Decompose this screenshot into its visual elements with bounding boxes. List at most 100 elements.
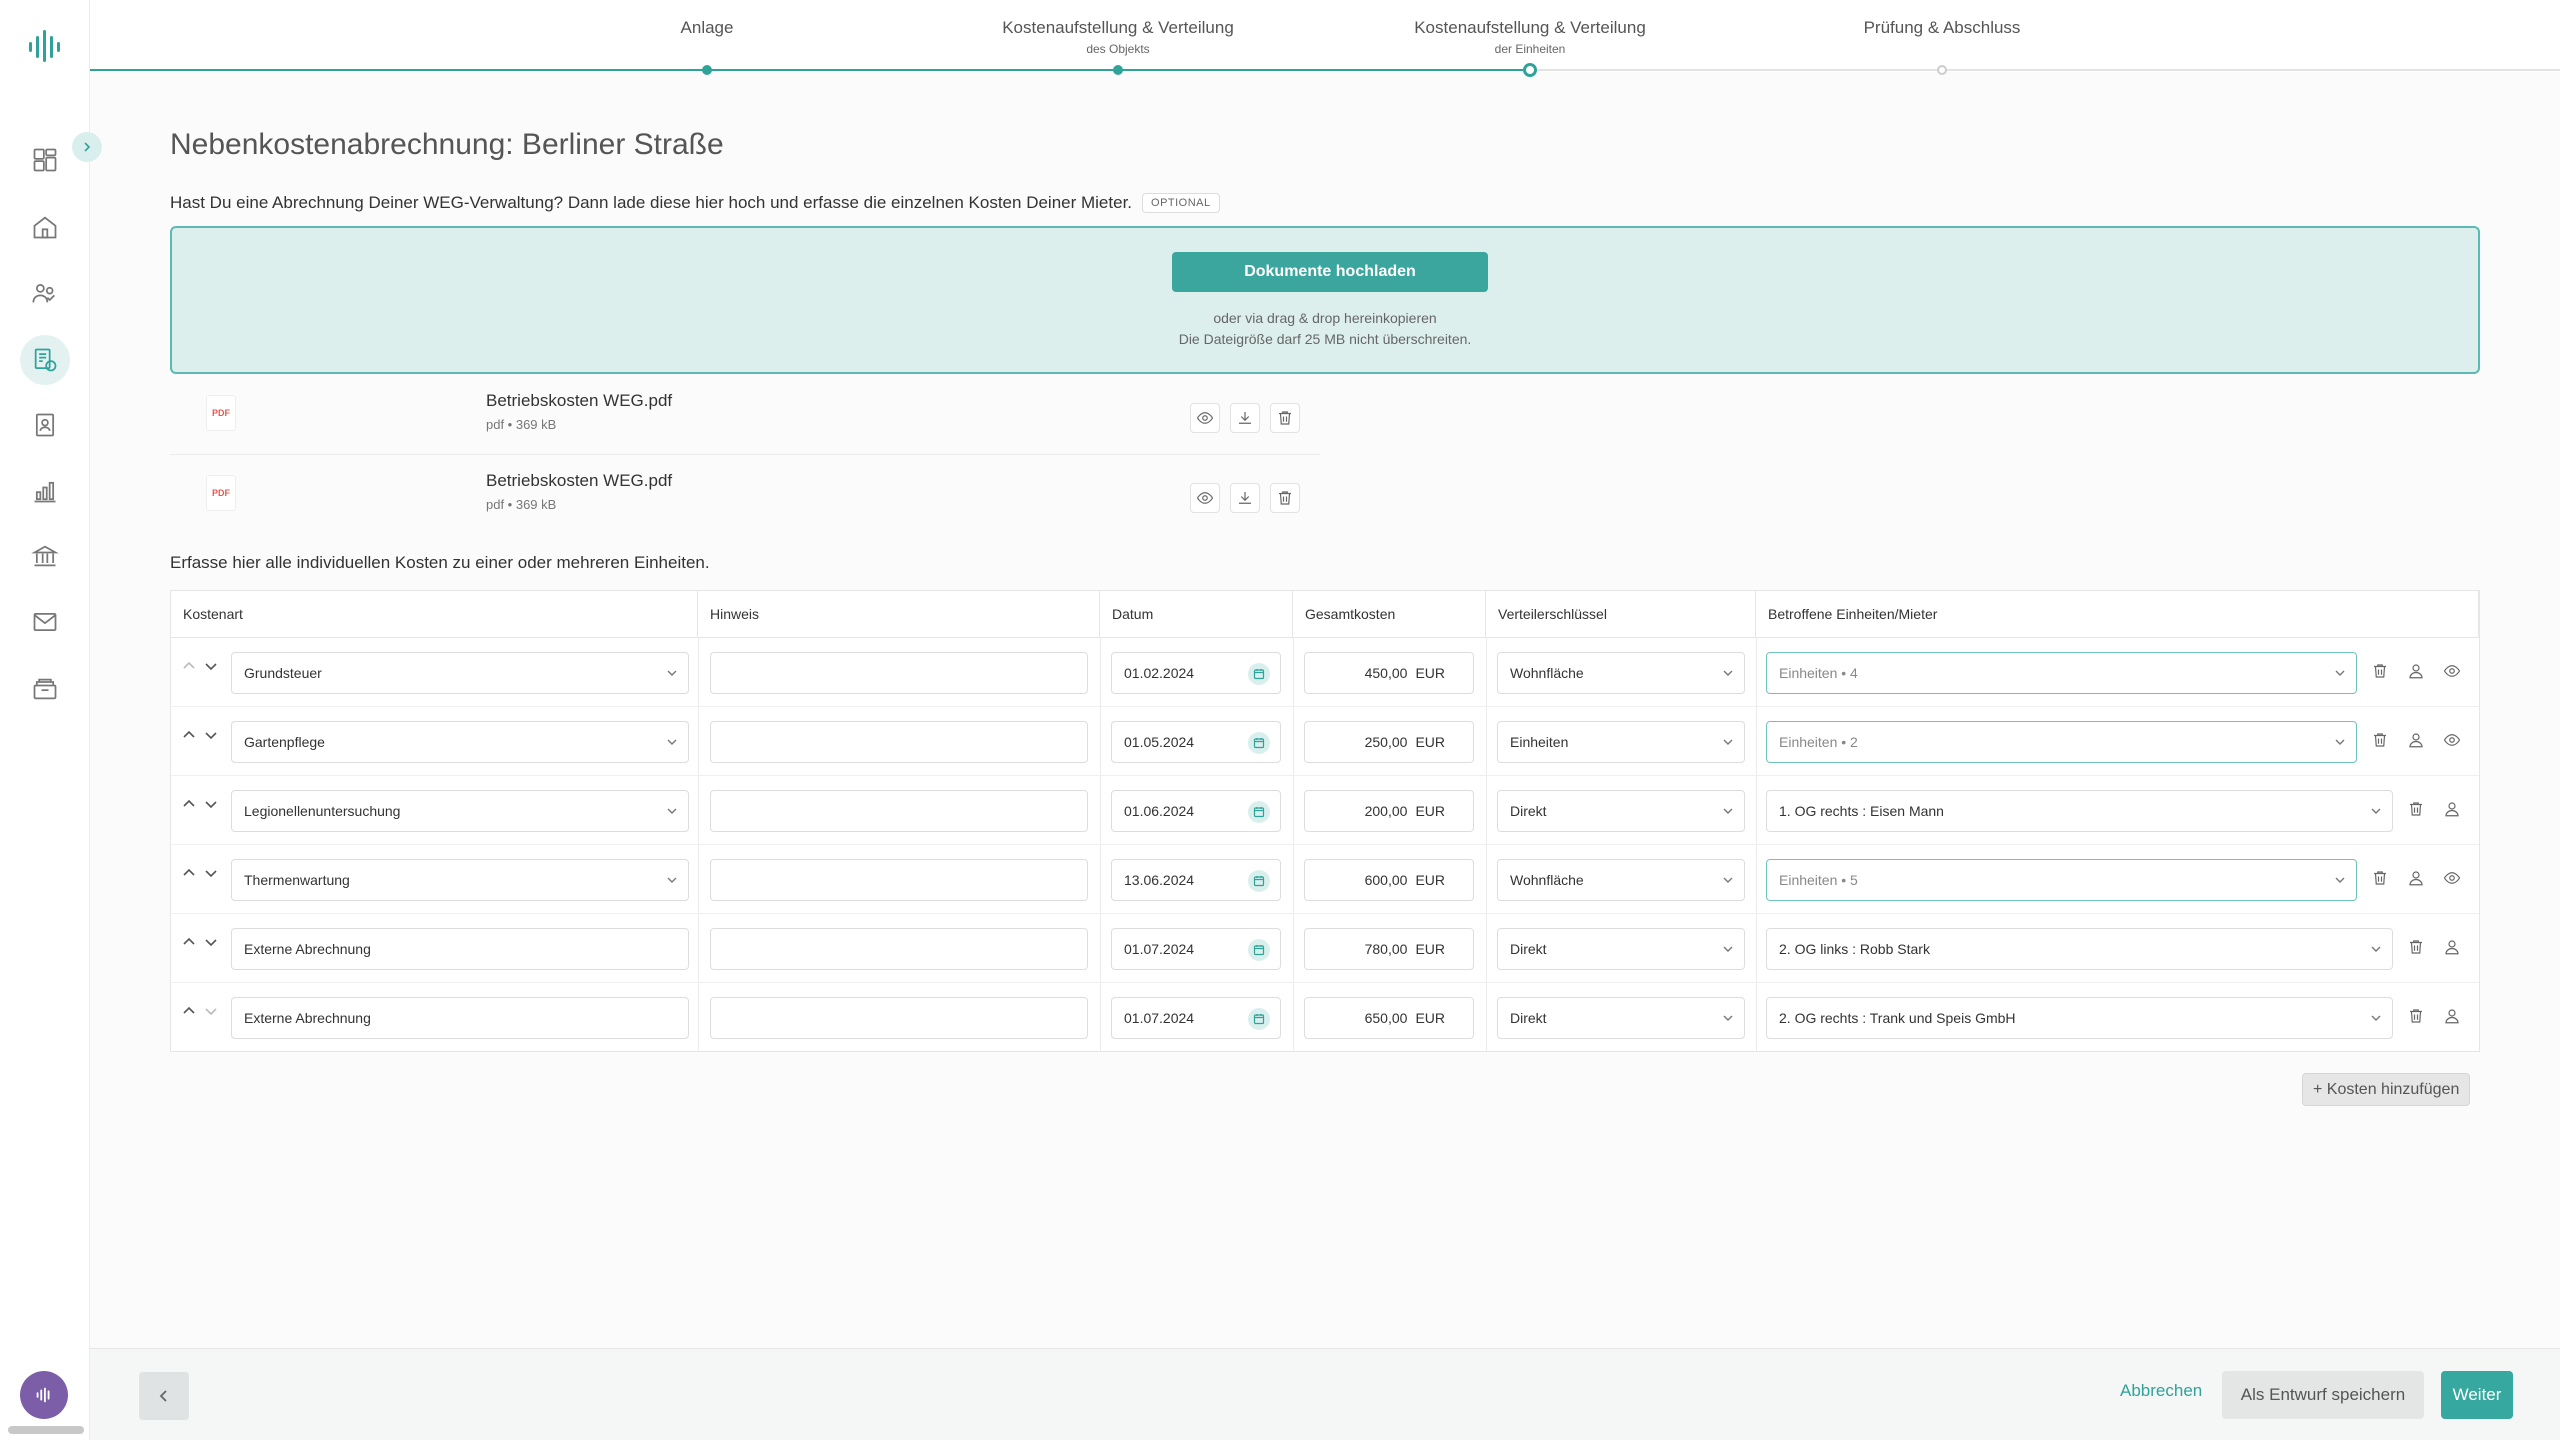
note-input[interactable] <box>710 790 1088 832</box>
cost-type-input[interactable]: Externe Abrechnung <box>231 928 689 970</box>
affected-units-select[interactable]: 2. OG rechts : Trank und Speis GmbH <box>1766 997 2393 1039</box>
amount-input[interactable]: 200,00 EUR <box>1304 790 1474 832</box>
delete-file-button[interactable] <box>1270 483 1300 513</box>
sidebar-item-bank[interactable] <box>20 531 70 581</box>
distribution-key-select[interactable]: Direkt <box>1497 790 1745 832</box>
upload-documents-button[interactable]: Dokumente hochladen <box>1172 252 1488 292</box>
amount-input[interactable]: 600,00 EUR <box>1304 859 1474 901</box>
add-cost-button[interactable]: + Kosten hinzufügen <box>2302 1073 2471 1106</box>
move-down-icon[interactable] <box>203 796 219 812</box>
next-button[interactable]: Weiter <box>2441 1371 2513 1419</box>
view-units-button[interactable] <box>2439 865 2465 891</box>
distribution-key-select[interactable]: Einheiten <box>1497 721 1745 763</box>
cost-type-select[interactable]: Grundsteuer <box>231 652 689 694</box>
view-file-button[interactable] <box>1190 483 1220 513</box>
date-input[interactable]: 13.06.2024 <box>1111 859 1281 901</box>
affected-units-select[interactable]: Einheiten • 5 <box>1766 859 2357 901</box>
view-units-button[interactable] <box>2439 727 2465 753</box>
affected-units-select[interactable]: Einheiten • 4 <box>1766 652 2357 694</box>
cost-type-input[interactable]: Externe Abrechnung <box>231 997 689 1039</box>
date-picker-button[interactable] <box>1248 1008 1270 1030</box>
move-down-icon[interactable] <box>203 727 219 743</box>
sidebar-item-archive[interactable] <box>20 664 70 714</box>
assign-tenant-button[interactable] <box>2403 865 2429 891</box>
assign-tenant-button[interactable] <box>2403 658 2429 684</box>
date-picker-button[interactable] <box>1248 732 1270 754</box>
sidebar-item-billing[interactable] <box>20 335 70 385</box>
sidebar-scrollbar[interactable] <box>8 1426 84 1434</box>
file-name: Betriebskosten WEG.pdf <box>486 391 673 410</box>
step-kosten-einheiten[interactable]: Kostenaufstellung & Verteilung der Einhe… <box>1414 18 1646 56</box>
move-up-icon[interactable] <box>181 796 197 812</box>
download-file-button[interactable] <box>1230 483 1260 513</box>
sidebar-item-tenants[interactable] <box>20 268 70 318</box>
distribution-key-select[interactable]: Direkt <box>1497 997 1745 1039</box>
note-input[interactable] <box>710 721 1088 763</box>
cancel-button[interactable]: Abbrechen <box>2120 1381 2202 1401</box>
step-kosten-objekt[interactable]: Kostenaufstellung & Verteilung des Objek… <box>1002 18 1234 56</box>
note-input[interactable] <box>710 652 1088 694</box>
delete-row-button[interactable] <box>2367 658 2393 684</box>
date-input[interactable]: 01.07.2024 <box>1111 997 1281 1039</box>
step-anlage[interactable]: Anlage <box>681 18 734 38</box>
affected-units-select[interactable]: 1. OG rechts : Eisen Mann <box>1766 790 2393 832</box>
move-up-icon[interactable] <box>181 865 197 881</box>
date-input[interactable]: 01.02.2024 <box>1111 652 1281 694</box>
amount-input[interactable]: 250,00 EUR <box>1304 721 1474 763</box>
download-file-button[interactable] <box>1230 403 1260 433</box>
back-button[interactable] <box>139 1372 189 1420</box>
distribution-key-select[interactable]: Direkt <box>1497 928 1745 970</box>
avatar[interactable] <box>20 1371 68 1419</box>
delete-row-button[interactable] <box>2403 934 2429 960</box>
sidebar-item-contacts[interactable] <box>20 400 70 450</box>
move-down-icon[interactable] <box>203 934 219 950</box>
step-pruefung[interactable]: Prüfung & Abschluss <box>1864 18 2021 38</box>
amount-input[interactable]: 450,00 EUR <box>1304 652 1474 694</box>
sidebar-item-home[interactable] <box>20 202 70 252</box>
assign-tenant-button[interactable] <box>2439 796 2465 822</box>
affected-units-select[interactable]: Einheiten • 2 <box>1766 721 2357 763</box>
delete-row-button[interactable] <box>2403 796 2429 822</box>
amount-input[interactable]: 780,00 EUR <box>1304 928 1474 970</box>
amount-input[interactable]: 650,00 EUR <box>1304 997 1474 1039</box>
cost-type-select[interactable]: Gartenpflege <box>231 721 689 763</box>
date-picker-button[interactable] <box>1248 801 1270 823</box>
cost-type-select[interactable]: Thermenwartung <box>231 859 689 901</box>
sidebar-expand-button[interactable] <box>72 132 102 162</box>
sidebar-item-dashboard[interactable] <box>20 135 70 185</box>
affected-units-select[interactable]: 2. OG links : Robb Stark <box>1766 928 2393 970</box>
view-units-button[interactable] <box>2439 658 2465 684</box>
document-dropzone[interactable]: Dokumente hochladen oder via drag & drop… <box>170 226 2480 374</box>
move-up-icon[interactable] <box>181 658 197 674</box>
delete-row-button[interactable] <box>2367 865 2393 891</box>
move-down-icon[interactable] <box>203 658 219 674</box>
delete-row-button[interactable] <box>2367 727 2393 753</box>
date-input[interactable]: 01.06.2024 <box>1111 790 1281 832</box>
date-input[interactable]: 01.05.2024 <box>1111 721 1281 763</box>
logo-icon[interactable] <box>25 26 65 66</box>
assign-tenant-button[interactable] <box>2439 934 2465 960</box>
date-picker-button[interactable] <box>1248 939 1270 961</box>
move-down-icon[interactable] <box>203 1003 219 1019</box>
distribution-key-select[interactable]: Wohnfläche <box>1497 652 1745 694</box>
cost-type-select[interactable]: Legionellenuntersuchung <box>231 790 689 832</box>
note-input[interactable] <box>710 928 1088 970</box>
assign-tenant-button[interactable] <box>2439 1003 2465 1029</box>
assign-tenant-button[interactable] <box>2403 727 2429 753</box>
save-draft-button[interactable]: Als Entwurf speichern <box>2222 1371 2424 1419</box>
date-picker-button[interactable] <box>1248 663 1270 685</box>
date-picker-button[interactable] <box>1248 870 1270 892</box>
move-down-icon[interactable] <box>203 865 219 881</box>
note-input[interactable] <box>710 859 1088 901</box>
distribution-key-select[interactable]: Wohnfläche <box>1497 859 1745 901</box>
view-file-button[interactable] <box>1190 403 1220 433</box>
note-input[interactable] <box>710 997 1088 1039</box>
delete-row-button[interactable] <box>2403 1003 2429 1029</box>
sidebar-item-statistics[interactable] <box>20 466 70 516</box>
date-input[interactable]: 01.07.2024 <box>1111 928 1281 970</box>
delete-file-button[interactable] <box>1270 403 1300 433</box>
move-up-icon[interactable] <box>181 1003 197 1019</box>
move-up-icon[interactable] <box>181 727 197 743</box>
sidebar-item-mail[interactable] <box>20 597 70 647</box>
move-up-icon[interactable] <box>181 934 197 950</box>
